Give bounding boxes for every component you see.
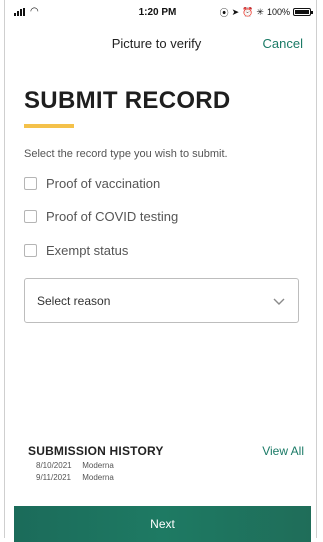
view-all-link[interactable]: View All	[262, 444, 304, 458]
reason-select[interactable]: Select reason	[24, 278, 299, 323]
vaccination-label: Proof of vaccination	[46, 176, 161, 191]
record-type-exempt[interactable]: Exempt status	[24, 243, 128, 258]
history-list: 8/10/2021 Moderna 9/11/2021 Moderna	[36, 460, 114, 484]
title-underline	[24, 124, 74, 128]
status-left: ◠	[14, 7, 104, 17]
covid-testing-checkbox[interactable]	[24, 210, 37, 223]
status-time: 1:20 PM	[138, 6, 177, 18]
phone-screen: ◠ 1:20 PM ⦿ ➤ ⏰ ✳ 100% Picture to verify…	[0, 0, 323, 542]
history-row[interactable]: 9/11/2021 Moderna	[36, 472, 114, 484]
history-date: 8/10/2021	[36, 461, 72, 470]
history-vaccine: Moderna	[82, 461, 114, 470]
reason-select-value: Select reason	[37, 293, 111, 308]
nav-bar: Picture to verify Cancel	[0, 32, 313, 54]
history-title: SUBMISSION HISTORY	[28, 444, 164, 458]
wifi-icon: ◠	[30, 6, 39, 17]
history-vaccine: Moderna	[82, 473, 114, 482]
record-type-vaccination[interactable]: Proof of vaccination	[24, 176, 160, 191]
alarm-icon: ⏰	[242, 6, 254, 17]
chevron-down-icon	[273, 298, 285, 305]
history-date: 9/11/2021	[36, 473, 71, 482]
next-button[interactable]: Next	[14, 506, 311, 542]
history-row[interactable]: 8/10/2021 Moderna	[36, 460, 114, 472]
battery-level	[295, 10, 309, 14]
record-type-covid-testing[interactable]: Proof of COVID testing	[24, 209, 178, 224]
battery-icon	[293, 8, 313, 16]
status-right: ⦿ ➤ ⏰ ✳ 100%	[211, 6, 313, 19]
vaccination-checkbox[interactable]	[24, 177, 37, 190]
status-bar: ◠ 1:20 PM ⦿ ➤ ⏰ ✳ 100%	[14, 4, 313, 20]
bluetooth-icon: ✳	[256, 6, 264, 17]
covid-testing-label: Proof of COVID testing	[46, 209, 179, 224]
instruction-text: Select the record type you wish to submi…	[24, 148, 228, 160]
page-title: SUBMIT RECORD	[24, 87, 231, 114]
exempt-checkbox[interactable]	[24, 244, 37, 257]
cancel-button[interactable]: Cancel	[263, 36, 303, 51]
battery-percent: 100%	[266, 7, 290, 17]
arrow-icon: ➤	[231, 6, 240, 17]
location-icon: ⦿	[219, 7, 229, 18]
signal-icon	[14, 8, 25, 16]
exempt-label: Exempt status	[46, 243, 129, 258]
